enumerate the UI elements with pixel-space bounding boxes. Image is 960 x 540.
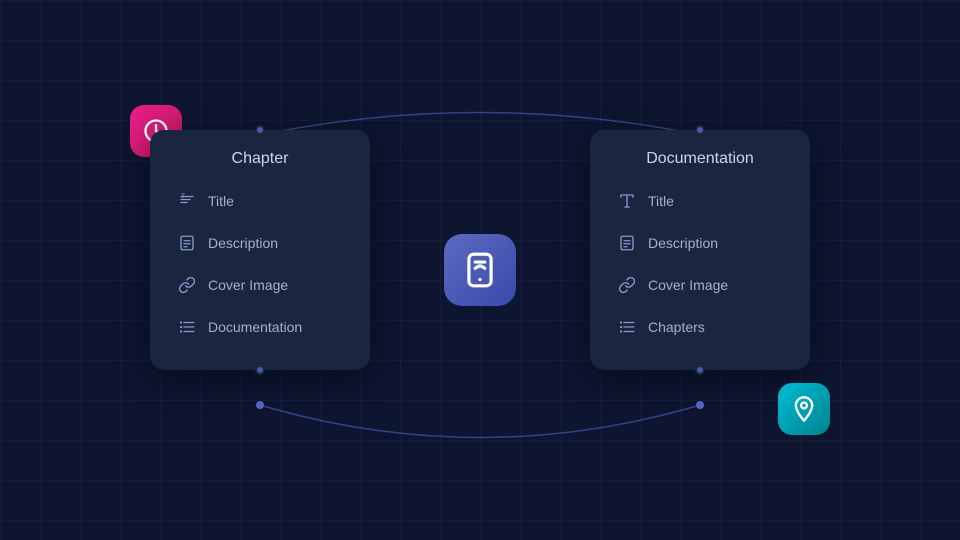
- doc-title-label: Title: [648, 193, 674, 209]
- dot-doc-bottom: [695, 365, 705, 375]
- dot-doc-top: [695, 125, 705, 135]
- link-icon-chapter-cover: [176, 274, 198, 296]
- list-icon-doc-chapters: [616, 316, 638, 338]
- chapter-documentation-label: Documentation: [208, 319, 302, 335]
- chapter-card-title: Chapter: [166, 150, 354, 168]
- diagram-scene: Chapter T Title: [120, 80, 840, 460]
- text-icon-chapter-title: T: [176, 190, 198, 212]
- chapter-cover-label: Cover Image: [208, 277, 288, 293]
- phone-badge: [444, 234, 516, 306]
- chapter-field-cover[interactable]: Cover Image: [166, 266, 354, 304]
- chapter-field-description[interactable]: Description: [166, 224, 354, 262]
- doc-cover-label: Cover Image: [648, 277, 728, 293]
- documentation-card: Documentation Title: [590, 130, 810, 370]
- chapter-title-label: Title: [208, 193, 234, 209]
- doc-description-label: Description: [648, 235, 718, 251]
- chapter-description-label: Description: [208, 235, 278, 251]
- chapter-field-documentation[interactable]: Documentation: [166, 308, 354, 346]
- link-icon-doc-cover: [616, 274, 638, 296]
- text-icon-doc-title: [616, 190, 638, 212]
- doc-field-chapters[interactable]: Chapters: [606, 308, 794, 346]
- phone-icon: [461, 251, 499, 289]
- pin-badge: [778, 383, 830, 435]
- svg-text:T: T: [181, 193, 185, 200]
- doc-field-title[interactable]: Title: [606, 182, 794, 220]
- doc-icon-chapter-desc: [176, 232, 198, 254]
- pin-icon: [790, 395, 818, 423]
- documentation-card-title: Documentation: [606, 150, 794, 168]
- chapter-field-title[interactable]: T Title: [166, 182, 354, 220]
- doc-field-description[interactable]: Description: [606, 224, 794, 262]
- doc-icon-desc: [616, 232, 638, 254]
- doc-chapters-label: Chapters: [648, 319, 705, 335]
- doc-field-cover[interactable]: Cover Image: [606, 266, 794, 304]
- chapter-card: Chapter T Title: [150, 130, 370, 370]
- list-icon-chapter-doc: [176, 316, 198, 338]
- dot-chapter-bottom: [255, 365, 265, 375]
- dot-chapter-top: [255, 125, 265, 135]
